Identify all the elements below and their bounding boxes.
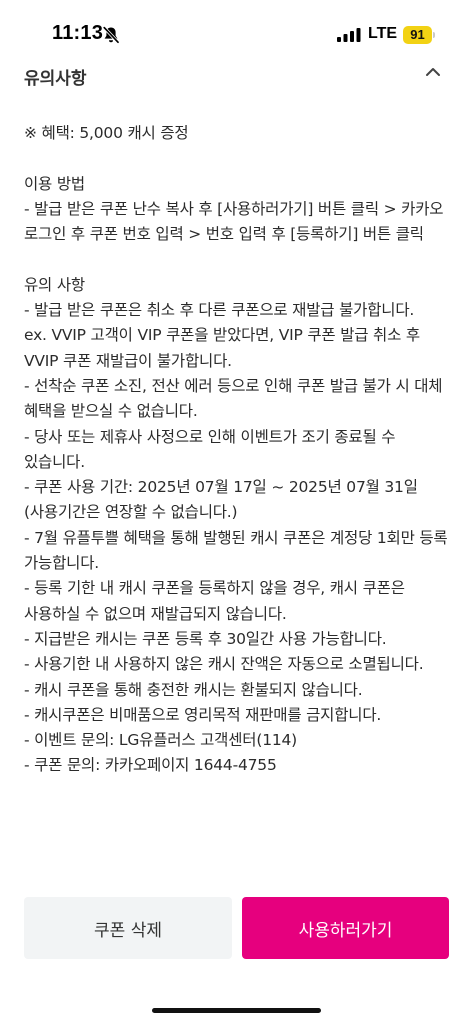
notice-item: - 등록 기한 내 캐시 쿠폰을 등록하지 않을 경우, 캐시 쿠폰은 사용하실… <box>24 579 405 623</box>
notice-content: ※ 혜택: 5,000 캐시 증정 이용 방법 - 발급 받은 쿠폰 난수 복사… <box>24 121 452 779</box>
delete-coupon-button[interactable]: 쿠폰 삭제 <box>24 897 232 959</box>
notice-item: - 이벤트 문의: LG유플러스 고객센터(114) <box>24 731 298 750</box>
usage-text: - 발급 받은 쿠폰 난수 복사 후 [사용하러가기] 버튼 클릭 > 카카오 … <box>24 199 444 244</box>
battery-tip <box>433 32 435 38</box>
network-type: LTE <box>368 25 398 42</box>
notice-section-header[interactable]: 유의사항 <box>0 58 473 98</box>
notice-section-title: 유의사항 <box>24 69 87 89</box>
usage-title: 이용 방법 <box>24 174 85 193</box>
notice-item: - 7월 유플투쁠 혜택을 통해 발행된 캐시 쿠폰은 계정당 1회만 등록 가… <box>24 528 448 573</box>
status-bar: 11:13 LTE 91 <box>0 0 473 62</box>
notice-item: - 쿠폰 사용 기간: 2025년 07월 17일 ~ 2025년 07월 31… <box>24 478 418 522</box>
notice-item: ex. VVIP 고객이 VIP 쿠폰을 받았다면, VIP 쿠폰 발급 취소 … <box>24 326 420 370</box>
status-time: 11:13 <box>52 22 104 44</box>
notice-item: - 발급 받은 쿠폰은 취소 후 다른 쿠폰으로 재발급 불가합니다. <box>24 301 415 320</box>
chevron-up-icon[interactable] <box>424 66 442 78</box>
benefit-text: ※ 혜택: 5,000 캐시 증정 <box>24 124 189 142</box>
notice-item: - 사용기한 내 사용하지 않은 캐시 잔액은 자동으로 소멸됩니다. <box>24 655 424 674</box>
notice-title: 유의 사항 <box>24 275 85 294</box>
battery-indicator: 91 <box>403 26 432 44</box>
bell-slash-icon <box>102 25 120 44</box>
notice-item: - 쿠폰 문의: 카카오페이지 1644-4755 <box>24 756 277 775</box>
screen: 11:13 LTE 91 유의사항 ※ 혜택: 5,000 캐시 증정 이용 방… <box>0 0 473 1024</box>
notice-item: - 캐시 쿠폰을 통해 충전한 캐시는 환불되지 않습니다. <box>24 680 363 699</box>
go-use-button[interactable]: 사용하러가기 <box>242 897 449 959</box>
cellular-signal-icon <box>337 28 361 42</box>
notice-item: - 당사 또는 제휴사 사정으로 인해 이벤트가 조기 종료될 수 있습니다. <box>24 427 396 471</box>
home-indicator[interactable] <box>152 1008 321 1013</box>
notice-item: - 지급받은 캐시는 쿠폰 등록 후 30일간 사용 가능합니다. <box>24 629 387 648</box>
notice-item: - 선착순 쿠폰 소진, 전산 에러 등으로 인해 쿠폰 발급 불가 시 대체 … <box>24 376 443 421</box>
notice-item: - 캐시쿠폰은 비매품으로 영리목적 재판매를 금지합니다. <box>24 705 382 724</box>
